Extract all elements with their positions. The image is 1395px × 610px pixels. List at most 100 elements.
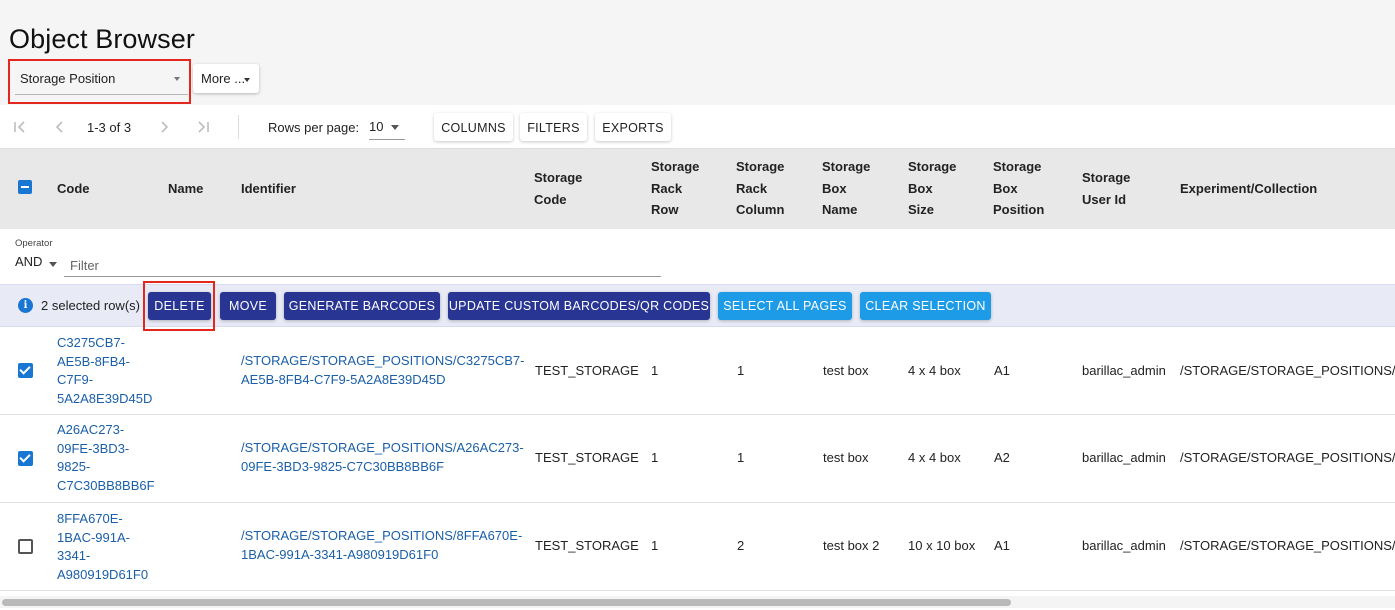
filters-button[interactable]: FILTERS [520,113,587,141]
exports-button[interactable]: EXPORTS [595,113,671,141]
rack-row-cell: 1 [651,538,659,553]
storage-code-cell: TEST_STORAGE [535,538,639,553]
code-line: C7F9- [57,372,94,387]
user-id-cell: barillac_admin [1082,538,1166,553]
object-type-value: Storage Position [20,71,116,86]
code-line: C3275CB7- [57,335,125,350]
box-name-cell: test box 2 [823,538,880,553]
row-checkbox[interactable] [18,363,33,378]
filter-input[interactable] [64,255,661,277]
previous-page-icon[interactable] [53,121,67,133]
box-name-cell: test box [823,363,869,378]
identifier-link[interactable]: /STORAGE/STORAGE_POSITIONS/8FFA670E- 1BA… [241,527,522,564]
code-line: 8FFA670E- [57,511,123,526]
object-type-select[interactable]: Storage Position [15,64,188,95]
identifier-line: AE5B-8FB4-C7F9-5A2A8E39D45D [241,371,446,387]
row-checkbox[interactable] [18,539,33,554]
storage-code-cell: TEST_STORAGE [535,363,639,378]
select-all-pages-button[interactable]: SELECT ALL PAGES [718,292,852,320]
column-header-user-id[interactable]: Storage User Id [1082,167,1130,210]
operator-label: Operator [15,238,53,249]
header-line: Rack [651,180,683,196]
toolbar-divider [238,115,239,139]
code-line: C7C30BB8BB6F [57,477,155,493]
rows-per-page-label: Rows per page: [268,120,360,135]
user-id-cell: barillac_admin [1082,363,1166,378]
experiment-cell: /STORAGE/STORAGE_POSITIONS/S [1180,538,1395,553]
header-line: Position [993,202,1045,217]
rack-row-cell: 1 [651,450,659,465]
column-header-experiment[interactable]: Experiment/Collection [1180,178,1317,200]
rack-column-cell: 1 [737,450,745,465]
move-button[interactable]: MOVE [220,292,276,320]
header-line: Row [651,202,679,217]
column-header-box-name[interactable]: Storage Box Name [822,156,870,221]
column-header-name[interactable]: Name [168,178,203,200]
code-link[interactable]: 8FFA670E- 1BAC-991A- 3341- A980919D61F0 [57,510,148,584]
clear-selection-button[interactable]: CLEAR SELECTION [860,292,991,320]
code-line: 5A2A8E39D45D [57,390,153,406]
dropdown-arrow-icon [391,125,399,130]
rack-row-cell: 1 [651,363,659,378]
rack-column-cell: 1 [737,363,745,378]
page-range: 1-3 of 3 [87,120,132,135]
column-header-identifier[interactable]: Identifier [241,178,296,200]
identifier-link[interactable]: /STORAGE/STORAGE_POSITIONS/A26AC273- 09F… [241,439,524,476]
identifier-line: /STORAGE/STORAGE_POSITIONS/8FFA670E- [241,528,523,543]
column-header-box-position[interactable]: Storage Box Position [993,156,1044,221]
first-page-icon[interactable] [13,121,27,133]
box-position-cell: A1 [994,538,1010,553]
more-button[interactable]: More ... [193,64,259,93]
update-custom-barcodes-button[interactable]: UPDATE CUSTOM BARCODES/QR CODES [448,292,710,320]
header-line: Box [822,180,847,196]
more-button-label: More ... [201,71,246,86]
scrollbar-thumb[interactable] [2,599,1011,606]
generate-barcodes-button[interactable]: GENERATE BARCODES [284,292,440,320]
header-line: Storage [993,159,1042,174]
selected-count: 2 selected row(s) [41,298,140,313]
box-position-cell: A2 [994,450,1010,465]
column-header-rack-row[interactable]: Storage Rack Row [651,156,699,221]
code-line: AE5B-8FB4- [57,353,130,369]
identifier-line: 09FE-3BD3-9825-C7C30BB8BB6F [241,458,445,474]
dropdown-arrow-icon [174,77,180,81]
code-line: A26AC273- [57,422,125,437]
identifier-link[interactable]: /STORAGE/STORAGE_POSITIONS/C3275CB7- AE5… [241,352,524,389]
header-line: Code [534,191,567,207]
column-header-code[interactable]: Code [57,178,90,200]
rack-column-cell: 2 [737,538,745,553]
header-line: Storage [534,170,583,185]
header-line: Box [908,180,933,196]
header-line: Storage [736,159,785,174]
code-link[interactable]: A26AC273- 09FE-3BD3- 9825- C7C30BB8BB6F [57,421,155,495]
box-position-cell: A1 [994,363,1010,378]
code-line: 9825- [57,459,91,474]
select-all-checkbox[interactable] [18,180,32,194]
info-icon: i [18,298,33,313]
column-header-box-size[interactable]: Storage Box Size [908,156,956,221]
header-line: Size [908,202,935,217]
user-id-cell: barillac_admin [1082,450,1166,465]
code-line: 09FE-3BD3- [57,440,130,456]
box-size-cell: 4 x 4 box [908,450,961,465]
code-link[interactable]: C3275CB7- AE5B-8FB4- C7F9- 5A2A8E39D45D [57,334,152,408]
row-checkbox[interactable] [18,451,33,466]
header-line: Storage [1082,170,1131,185]
rows-per-page-select[interactable]: 10 [369,116,405,140]
dropdown-arrow-icon [49,262,57,267]
header-line: Name [822,202,858,217]
last-page-icon[interactable] [196,121,210,133]
column-header-storage-code[interactable]: Storage Code [534,167,582,210]
delete-button[interactable]: DELETE [148,292,211,320]
column-header-rack-column[interactable]: Storage Rack Column [736,156,784,221]
columns-button[interactable]: COLUMNS [434,113,513,141]
box-name-cell: test box [823,450,869,465]
code-line: 3341- [57,548,91,563]
box-size-cell: 4 x 4 box [908,363,961,378]
next-page-icon[interactable] [157,121,171,133]
identifier-line: 1BAC-991A-3341-A980919D61F0 [241,546,439,562]
operator-select[interactable]: AND [15,254,59,276]
caret-down-icon [244,78,250,82]
identifier-line: /STORAGE/STORAGE_POSITIONS/A26AC273- [241,440,524,455]
header-line: Column [736,202,785,217]
